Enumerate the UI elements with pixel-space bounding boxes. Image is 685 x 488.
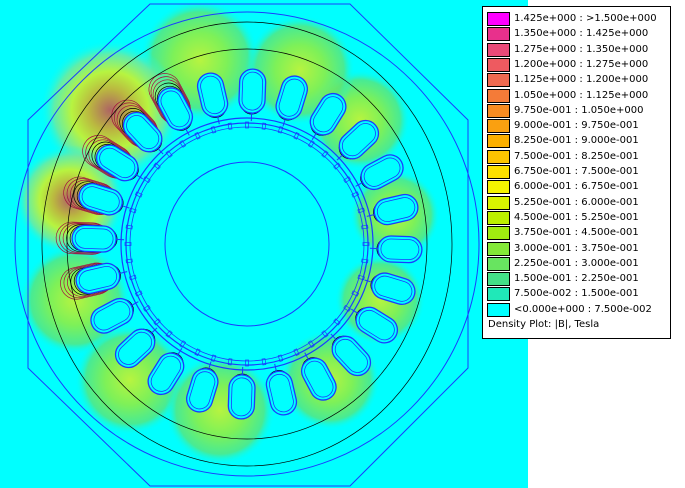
- rotor-bar: [333, 162, 341, 170]
- density-plot[interactable]: [0, 0, 528, 488]
- rotor-bar: [153, 162, 161, 170]
- legend-entry: 1.050e+000 : 1.125e+000: [487, 88, 670, 104]
- legend-swatch: [487, 73, 510, 88]
- shaft-circle: [164, 161, 330, 327]
- legend-entry: 1.425e+000 : >1.500e+000: [487, 11, 670, 27]
- plot-viewport[interactable]: [0, 0, 528, 488]
- rotor-bar: [307, 140, 315, 148]
- stator-slot: [238, 68, 267, 122]
- legend-swatch: [487, 210, 510, 225]
- legend-label: 3.750e-001 : 4.500e-001: [514, 227, 639, 239]
- legend-label: 1.125e+000 : 1.200e+000: [514, 74, 649, 86]
- legend-label: 5.250e-001 : 6.000e-001: [514, 196, 639, 208]
- legend-swatch: [487, 57, 510, 72]
- legend-swatch: [487, 302, 510, 317]
- legend-entry: 8.250e-001 : 9.000e-001: [487, 133, 670, 149]
- legend-label: 1.200e+000 : 1.275e+000: [514, 58, 649, 70]
- legend-swatch: [487, 119, 510, 134]
- legend-swatch: [487, 256, 510, 271]
- legend-swatch: [487, 103, 510, 118]
- legend-entry: 3.750e-001 : 4.500e-001: [487, 225, 670, 241]
- legend-label: 2.250e-001 : 3.000e-001: [514, 257, 639, 269]
- legend-swatch: [487, 180, 510, 195]
- legend-swatch: [487, 272, 510, 287]
- legend-label: 1.050e+000 : 1.125e+000: [514, 89, 649, 101]
- legend-label: <0.000e+000 : 7.500e-002: [514, 303, 652, 315]
- legend-swatch: [487, 195, 510, 210]
- legend-entry: 1.125e+000 : 1.200e+000: [487, 72, 670, 88]
- legend-entry: 9.750e-001 : 1.050e+000: [487, 103, 670, 119]
- legend-label: 3.000e-001 : 3.750e-001: [514, 242, 639, 254]
- legend-swatch: [487, 12, 510, 26]
- legend-entry: 7.500e-002 : 1.500e-001: [487, 286, 670, 302]
- slot-opening: [274, 363, 277, 372]
- rotor-bar: [343, 176, 351, 184]
- legend-swatch: [487, 88, 510, 103]
- legend-swatch: [487, 27, 510, 42]
- legend-entry: 6.000e-001 : 6.750e-001: [487, 179, 670, 195]
- legend-entry: 2.250e-001 : 3.000e-001: [487, 256, 670, 272]
- legend-label: 1.500e-001 : 2.250e-001: [514, 273, 639, 285]
- legend-swatch: [487, 149, 510, 164]
- legend-entry: 9.000e-001 : 9.750e-001: [487, 118, 670, 134]
- rotor-bar: [153, 318, 161, 326]
- legend-entry: 6.750e-001 : 7.500e-001: [487, 164, 670, 180]
- density-legend: 1.425e+000 : >1.500e+000 1.350e+000 : 1.4…: [482, 6, 671, 339]
- legend-entry: 1.500e-001 : 2.250e-001: [487, 271, 670, 287]
- rotor-bar: [179, 340, 187, 348]
- rotor-bar: [165, 150, 173, 158]
- legend-caption: Density Plot: |B|, Tesla: [488, 319, 600, 330]
- rotor-bar: [143, 304, 151, 312]
- legend-swatch: [487, 287, 510, 302]
- legend-label: 9.000e-001 : 9.750e-001: [514, 120, 639, 132]
- rotor-bar: [179, 140, 187, 148]
- legend-entry: 7.500e-001 : 8.250e-001: [487, 149, 670, 165]
- legend-label: 8.250e-001 : 9.000e-001: [514, 135, 639, 147]
- rotor-bar: [143, 176, 151, 184]
- legend-entry: 1.350e+000 : 1.425e+000: [487, 26, 670, 42]
- legend-entry: 4.500e-001 : 5.250e-001: [487, 210, 670, 226]
- legend-entry: 1.200e+000 : 1.275e+000: [487, 57, 670, 73]
- legend-label: 6.750e-001 : 7.500e-001: [514, 166, 639, 177]
- legend-label: 7.500e-001 : 8.250e-001: [514, 150, 639, 162]
- legend-swatch: [487, 42, 510, 57]
- legend-entry: <0.000e+000 : 7.500e-002: [487, 302, 670, 318]
- legend-swatch: [487, 241, 510, 256]
- legend-entry: 5.250e-001 : 6.000e-001: [487, 195, 670, 211]
- rotor-bar: [333, 318, 341, 326]
- legend-label: 4.500e-001 : 5.250e-001: [514, 211, 639, 223]
- legend-label: 1.425e+000 : >1.500e+000: [514, 13, 657, 24]
- legend-swatch: [487, 134, 510, 149]
- legend-label: 1.350e+000 : 1.425e+000: [514, 28, 649, 40]
- legend-label: 9.750e-001 : 1.050e+000: [514, 104, 644, 116]
- legend-entry: 3.000e-001 : 3.750e-001: [487, 241, 670, 257]
- legend-label: 7.500e-002 : 1.500e-001: [514, 288, 639, 300]
- legend-swatch: [487, 165, 510, 179]
- legend-entry: 1.275e+000 : 1.350e+000: [487, 42, 670, 58]
- legend-label: 1.275e+000 : 1.350e+000: [514, 43, 649, 55]
- legend-swatch: [487, 226, 510, 241]
- rotor-bar: [165, 330, 173, 338]
- legend-label: 6.000e-001 : 6.750e-001: [514, 181, 639, 193]
- slot-opening: [217, 116, 220, 125]
